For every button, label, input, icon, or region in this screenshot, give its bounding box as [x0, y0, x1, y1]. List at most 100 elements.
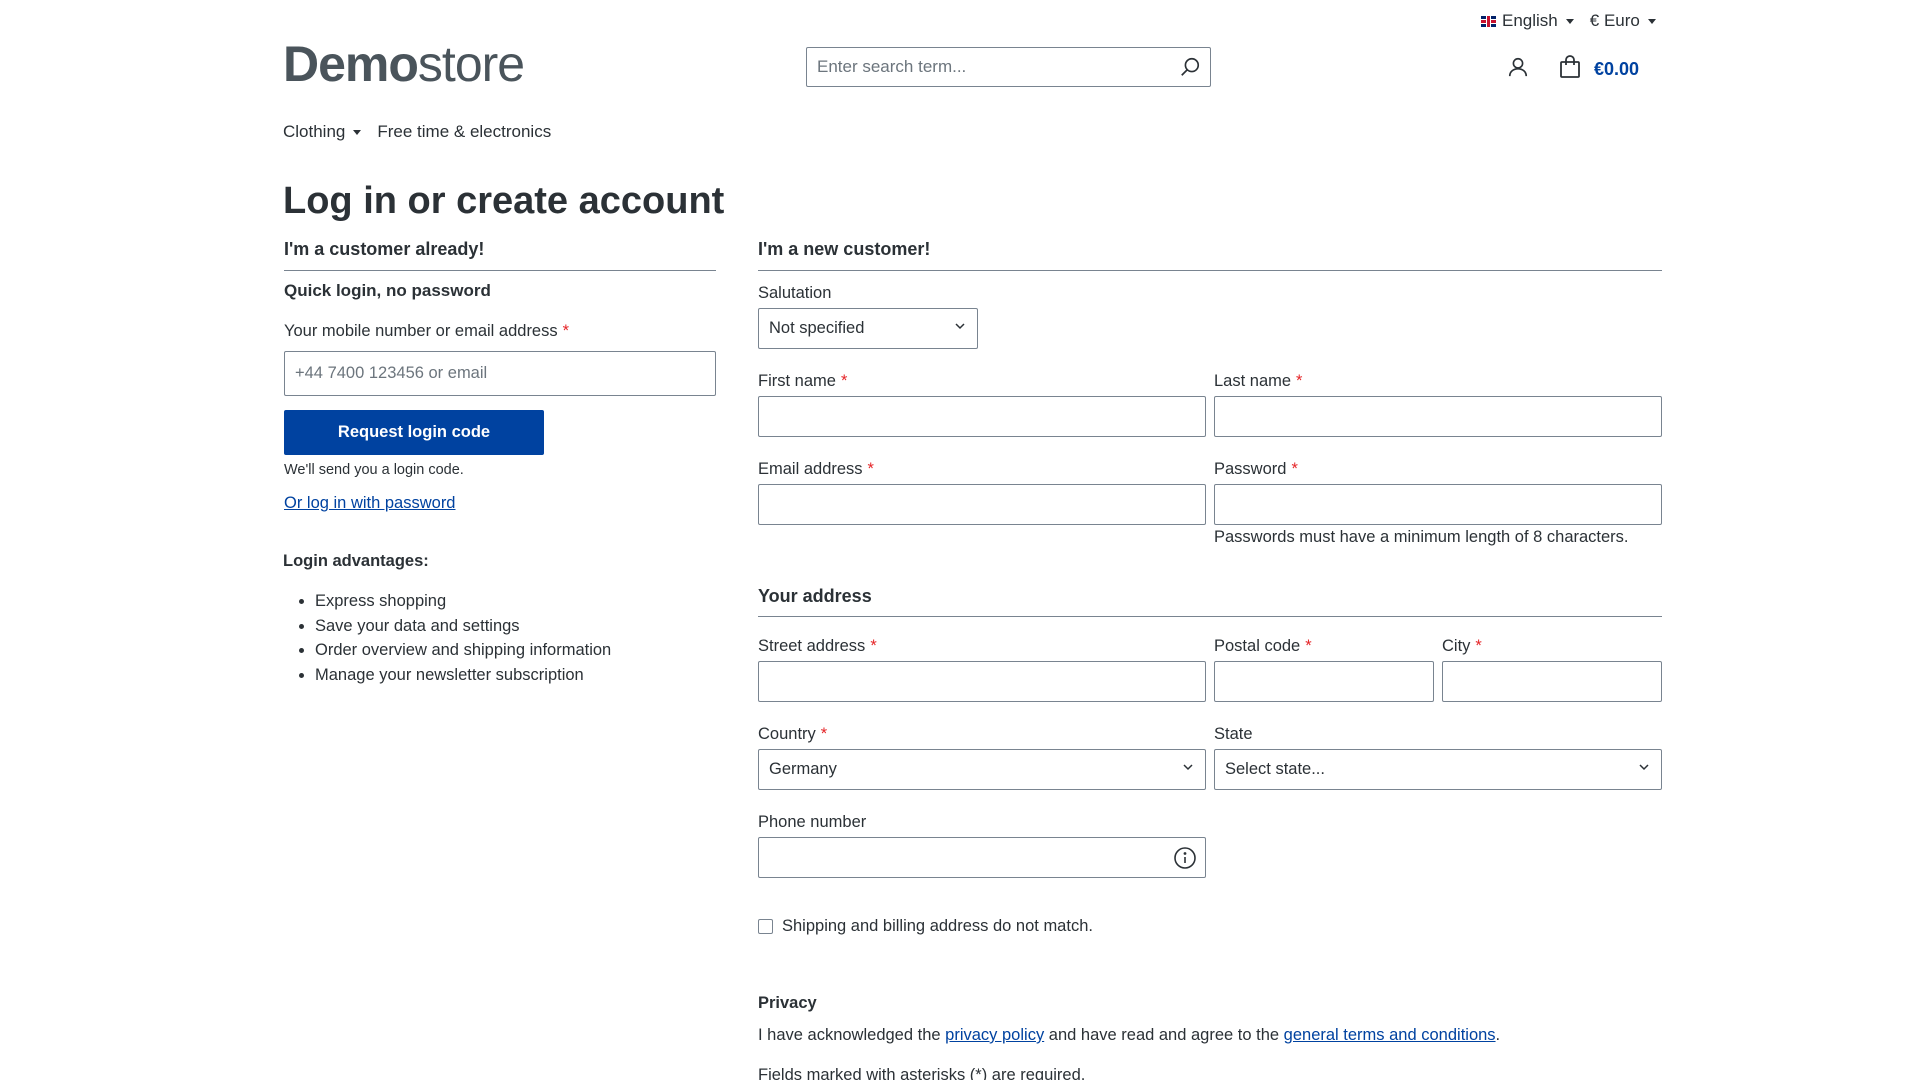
country-label-text: Country — [758, 725, 816, 743]
nav-item-free-time-electronics[interactable]: Free time & electronics — [377, 122, 551, 142]
required-asterisk: * — [870, 637, 877, 655]
required-asterisk: * — [1305, 637, 1312, 655]
advantages-list: Express shopping Save your data and sett… — [283, 589, 611, 687]
state-select[interactable]: Select state... — [1214, 749, 1662, 790]
password-field — [1214, 484, 1662, 525]
phone-field — [758, 837, 1206, 878]
last-name-input[interactable] — [1215, 397, 1661, 436]
phone-input[interactable] — [759, 838, 1173, 877]
divider — [758, 616, 1662, 617]
first-name-label: First name * — [758, 372, 847, 391]
phone-label: Phone number — [758, 813, 867, 831]
identifier-label: Your mobile number or email address * — [284, 322, 569, 341]
postal-field — [1214, 661, 1434, 702]
search-input[interactable] — [807, 48, 1170, 86]
currency-switcher[interactable]: € Euro — [1590, 11, 1656, 31]
chevron-down-icon — [953, 319, 967, 338]
state-value: Select state... — [1225, 760, 1325, 778]
terms-link[interactable]: general terms and conditions — [1284, 1026, 1496, 1044]
identifier-input[interactable] — [285, 352, 715, 395]
list-item: Order overview and shipping information — [315, 638, 611, 663]
salutation-value: Not specified — [769, 319, 865, 337]
request-login-code-button[interactable]: Request login code — [284, 410, 544, 455]
password-label: Password * — [1214, 460, 1298, 479]
chevron-down-icon — [1181, 760, 1195, 779]
different-address-checkbox[interactable] — [758, 919, 773, 934]
last-name-field — [1214, 396, 1662, 437]
street-label: Street address * — [758, 637, 877, 656]
first-name-field — [758, 396, 1206, 437]
required-asterisk: * — [562, 322, 570, 340]
identifier-label-text: Your mobile number or email address — [284, 322, 558, 340]
postal-label: Postal code * — [1214, 637, 1312, 656]
required-asterisk: * — [840, 372, 848, 390]
city-label-text: City — [1442, 637, 1471, 655]
nav-item-label: Clothing — [283, 122, 346, 141]
email-input[interactable] — [759, 485, 1205, 524]
privacy-text-part: and have read and agree to the — [1048, 1026, 1280, 1044]
first-name-input[interactable] — [759, 397, 1205, 436]
list-item: Save your data and settings — [315, 614, 611, 639]
salutation-label: Salutation — [758, 284, 832, 302]
chevron-down-icon — [1647, 18, 1656, 24]
account-icon[interactable] — [1507, 56, 1529, 83]
cart-total: €0.00 — [1594, 59, 1640, 79]
country-select[interactable]: Germany — [758, 749, 1206, 790]
country-value: Germany — [769, 760, 837, 778]
street-input[interactable] — [759, 662, 1205, 701]
chevron-down-icon — [1637, 760, 1651, 779]
cart-button[interactable]: €0.00 — [1558, 55, 1639, 84]
address-heading: Your address — [758, 586, 872, 606]
chevron-down-icon — [1565, 18, 1574, 24]
street-label-text: Street address — [758, 637, 866, 655]
email-label-text: Email address — [758, 460, 863, 478]
login-heading: I'm a customer already! — [284, 239, 485, 259]
privacy-policy-link[interactable]: privacy policy — [945, 1026, 1044, 1044]
topbar: English € Euro — [1481, 10, 1656, 32]
language-label: English — [1502, 11, 1558, 30]
password-input[interactable] — [1215, 485, 1661, 524]
currency-label: € Euro — [1589, 11, 1640, 30]
search-bar — [806, 47, 1211, 87]
logo-bold: Demo — [283, 36, 419, 92]
register-heading: I'm a new customer! — [758, 239, 931, 259]
search-icon[interactable] — [1170, 48, 1210, 86]
page-title: Log in or create account — [283, 180, 725, 222]
city-input[interactable] — [1443, 662, 1661, 701]
login-subheading: Quick login, no password — [284, 281, 491, 300]
privacy-text-part: . — [1495, 1026, 1501, 1044]
identifier-field-wrap — [284, 351, 716, 396]
list-item: Express shopping — [315, 589, 611, 614]
required-asterisk: * — [867, 460, 874, 478]
different-address-row: Shipping and billing address do not matc… — [758, 917, 1093, 936]
divider — [284, 270, 716, 271]
password-hint: Passwords must have a minimum length of … — [1214, 528, 1629, 546]
email-field — [758, 484, 1206, 525]
uk-flag-icon — [1481, 15, 1496, 27]
info-icon[interactable] — [1173, 846, 1197, 870]
language-switcher[interactable]: English — [1481, 11, 1574, 31]
nav-item-clothing[interactable]: Clothing — [283, 122, 362, 142]
required-asterisk: * — [1291, 460, 1298, 478]
state-label: State — [1214, 725, 1253, 743]
last-name-label: Last name * — [1214, 372, 1302, 391]
different-address-label[interactable]: Shipping and billing address do not matc… — [782, 917, 1093, 936]
privacy-text: I have acknowledged the privacy policy a… — [758, 1026, 1500, 1045]
password-login-link[interactable]: Or log in with password — [284, 494, 456, 513]
postal-input[interactable] — [1215, 662, 1433, 701]
logo-light: store — [417, 36, 525, 92]
list-item: Manage your newsletter subscription — [315, 663, 611, 688]
salutation-select[interactable]: Not specified — [758, 308, 978, 349]
privacy-heading: Privacy — [758, 994, 817, 1012]
privacy-text-part: I have acknowledged the — [758, 1026, 941, 1044]
required-asterisk: * — [820, 725, 828, 743]
country-label: Country * — [758, 725, 827, 744]
postal-label-text: Postal code — [1214, 637, 1301, 655]
store-logo[interactable]: Demostore — [283, 36, 525, 92]
first-name-label-text: First name — [758, 372, 836, 390]
nav-item-label: Free time & electronics — [377, 122, 552, 141]
required-asterisk: * — [1475, 637, 1482, 655]
email-label: Email address * — [758, 460, 874, 479]
last-name-label-text: Last name — [1214, 372, 1292, 390]
chevron-down-icon — [353, 129, 362, 135]
